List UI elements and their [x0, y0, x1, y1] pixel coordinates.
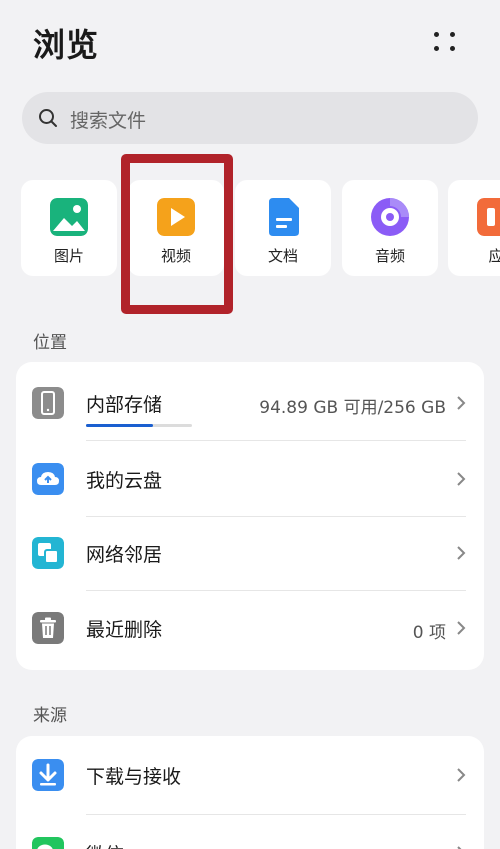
more-vertical-icon[interactable] [426, 28, 462, 56]
divider [86, 440, 466, 441]
page-title: 浏览 [33, 26, 100, 64]
app-header: 浏览 [0, 0, 500, 90]
trash-icon [32, 612, 64, 644]
category-images[interactable]: 图片 [21, 180, 117, 276]
category-row: 图片 视频 文档 音频 应 [0, 180, 500, 276]
list-item-internal-storage[interactable]: 内部存储 94.89 GB 可用/256 GB [16, 366, 484, 440]
audio-icon [371, 198, 409, 236]
list-item-label: 最近删除 [86, 619, 163, 641]
list-item-label: 下载与接收 [86, 766, 182, 788]
category-label: 文档 [267, 247, 298, 265]
category-audio[interactable]: 音频 [342, 180, 438, 276]
cloud-icon [32, 463, 64, 495]
category-label: 图片 [53, 247, 84, 265]
category-apps[interactable]: 应 [448, 180, 500, 276]
phone-icon [32, 387, 64, 419]
section-label-source: 来源 [33, 706, 67, 726]
section-label-location: 位置 [33, 333, 67, 353]
list-item-label: 微信 [86, 840, 124, 849]
list-item-recently-deleted[interactable]: 最近删除 0 项 [16, 591, 484, 665]
list-item-label: 网络邻居 [86, 544, 163, 566]
chevron-right-icon [457, 768, 466, 782]
download-icon [32, 759, 64, 791]
chevron-right-icon [457, 546, 466, 560]
chevron-right-icon [457, 396, 466, 410]
search-icon [39, 109, 57, 127]
source-card: 下载与接收 微信 [16, 736, 484, 849]
search-input[interactable]: 搜索文件 [22, 92, 478, 144]
storage-progress [86, 424, 192, 427]
search-placeholder: 搜索文件 [70, 110, 147, 132]
list-item-label: 内部存储 [86, 394, 163, 416]
network-icon [32, 537, 64, 569]
highlight-box [121, 154, 233, 314]
list-item-downloads[interactable]: 下载与接收 [16, 738, 484, 812]
storage-progress-fill [86, 424, 153, 427]
app-icon [477, 198, 500, 236]
list-item-label: 我的云盘 [86, 470, 163, 492]
location-card: 内部存储 94.89 GB 可用/256 GB 我的云盘 网络邻居 最近删除 0… [16, 362, 484, 670]
wechat-icon [32, 837, 64, 849]
chevron-right-icon [457, 621, 466, 635]
storage-value: 94.89 GB 可用/256 GB [259, 398, 446, 418]
deleted-count: 0 项 [412, 623, 446, 643]
divider [86, 814, 466, 815]
category-label: 应 [488, 247, 500, 265]
image-icon [50, 198, 88, 236]
category-documents[interactable]: 文档 [235, 180, 331, 276]
list-item-cloud-drive[interactable]: 我的云盘 [16, 442, 484, 516]
list-item-network-neighbors[interactable]: 网络邻居 [16, 516, 484, 590]
category-label: 音频 [374, 247, 405, 265]
chevron-right-icon [457, 472, 466, 486]
document-icon [269, 198, 299, 236]
list-item-wechat[interactable]: 微信 [16, 816, 484, 849]
